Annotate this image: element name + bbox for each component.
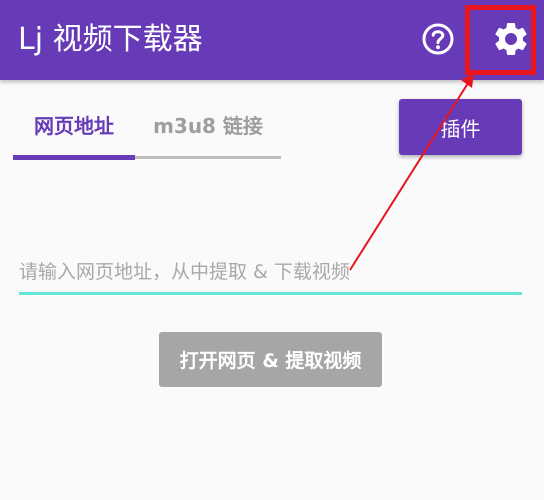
tab-m3u8-link[interactable]: m3u8 链接 [135, 100, 281, 156]
help-button[interactable] [418, 19, 458, 59]
app-bar: Lj 视频下载器 [0, 0, 544, 80]
open-extract-button[interactable]: 打开网页 & 提取视频 [159, 332, 382, 387]
url-input[interactable] [19, 252, 522, 295]
help-circle-icon [422, 23, 454, 55]
tab-indicator [13, 155, 135, 160]
tab-web-address[interactable]: 网页地址 [13, 100, 135, 156]
settings-highlight-box [465, 5, 536, 75]
plugin-button[interactable]: 插件 [399, 99, 522, 155]
app-title: Lj 视频下载器 [18, 22, 203, 57]
tab-bar: 网页地址 m3u8 链接 [13, 100, 281, 160]
app-screen: Lj 视频下载器 网页地址 m3u8 链接 插件 打开网页 & 提取视频 [0, 0, 544, 500]
